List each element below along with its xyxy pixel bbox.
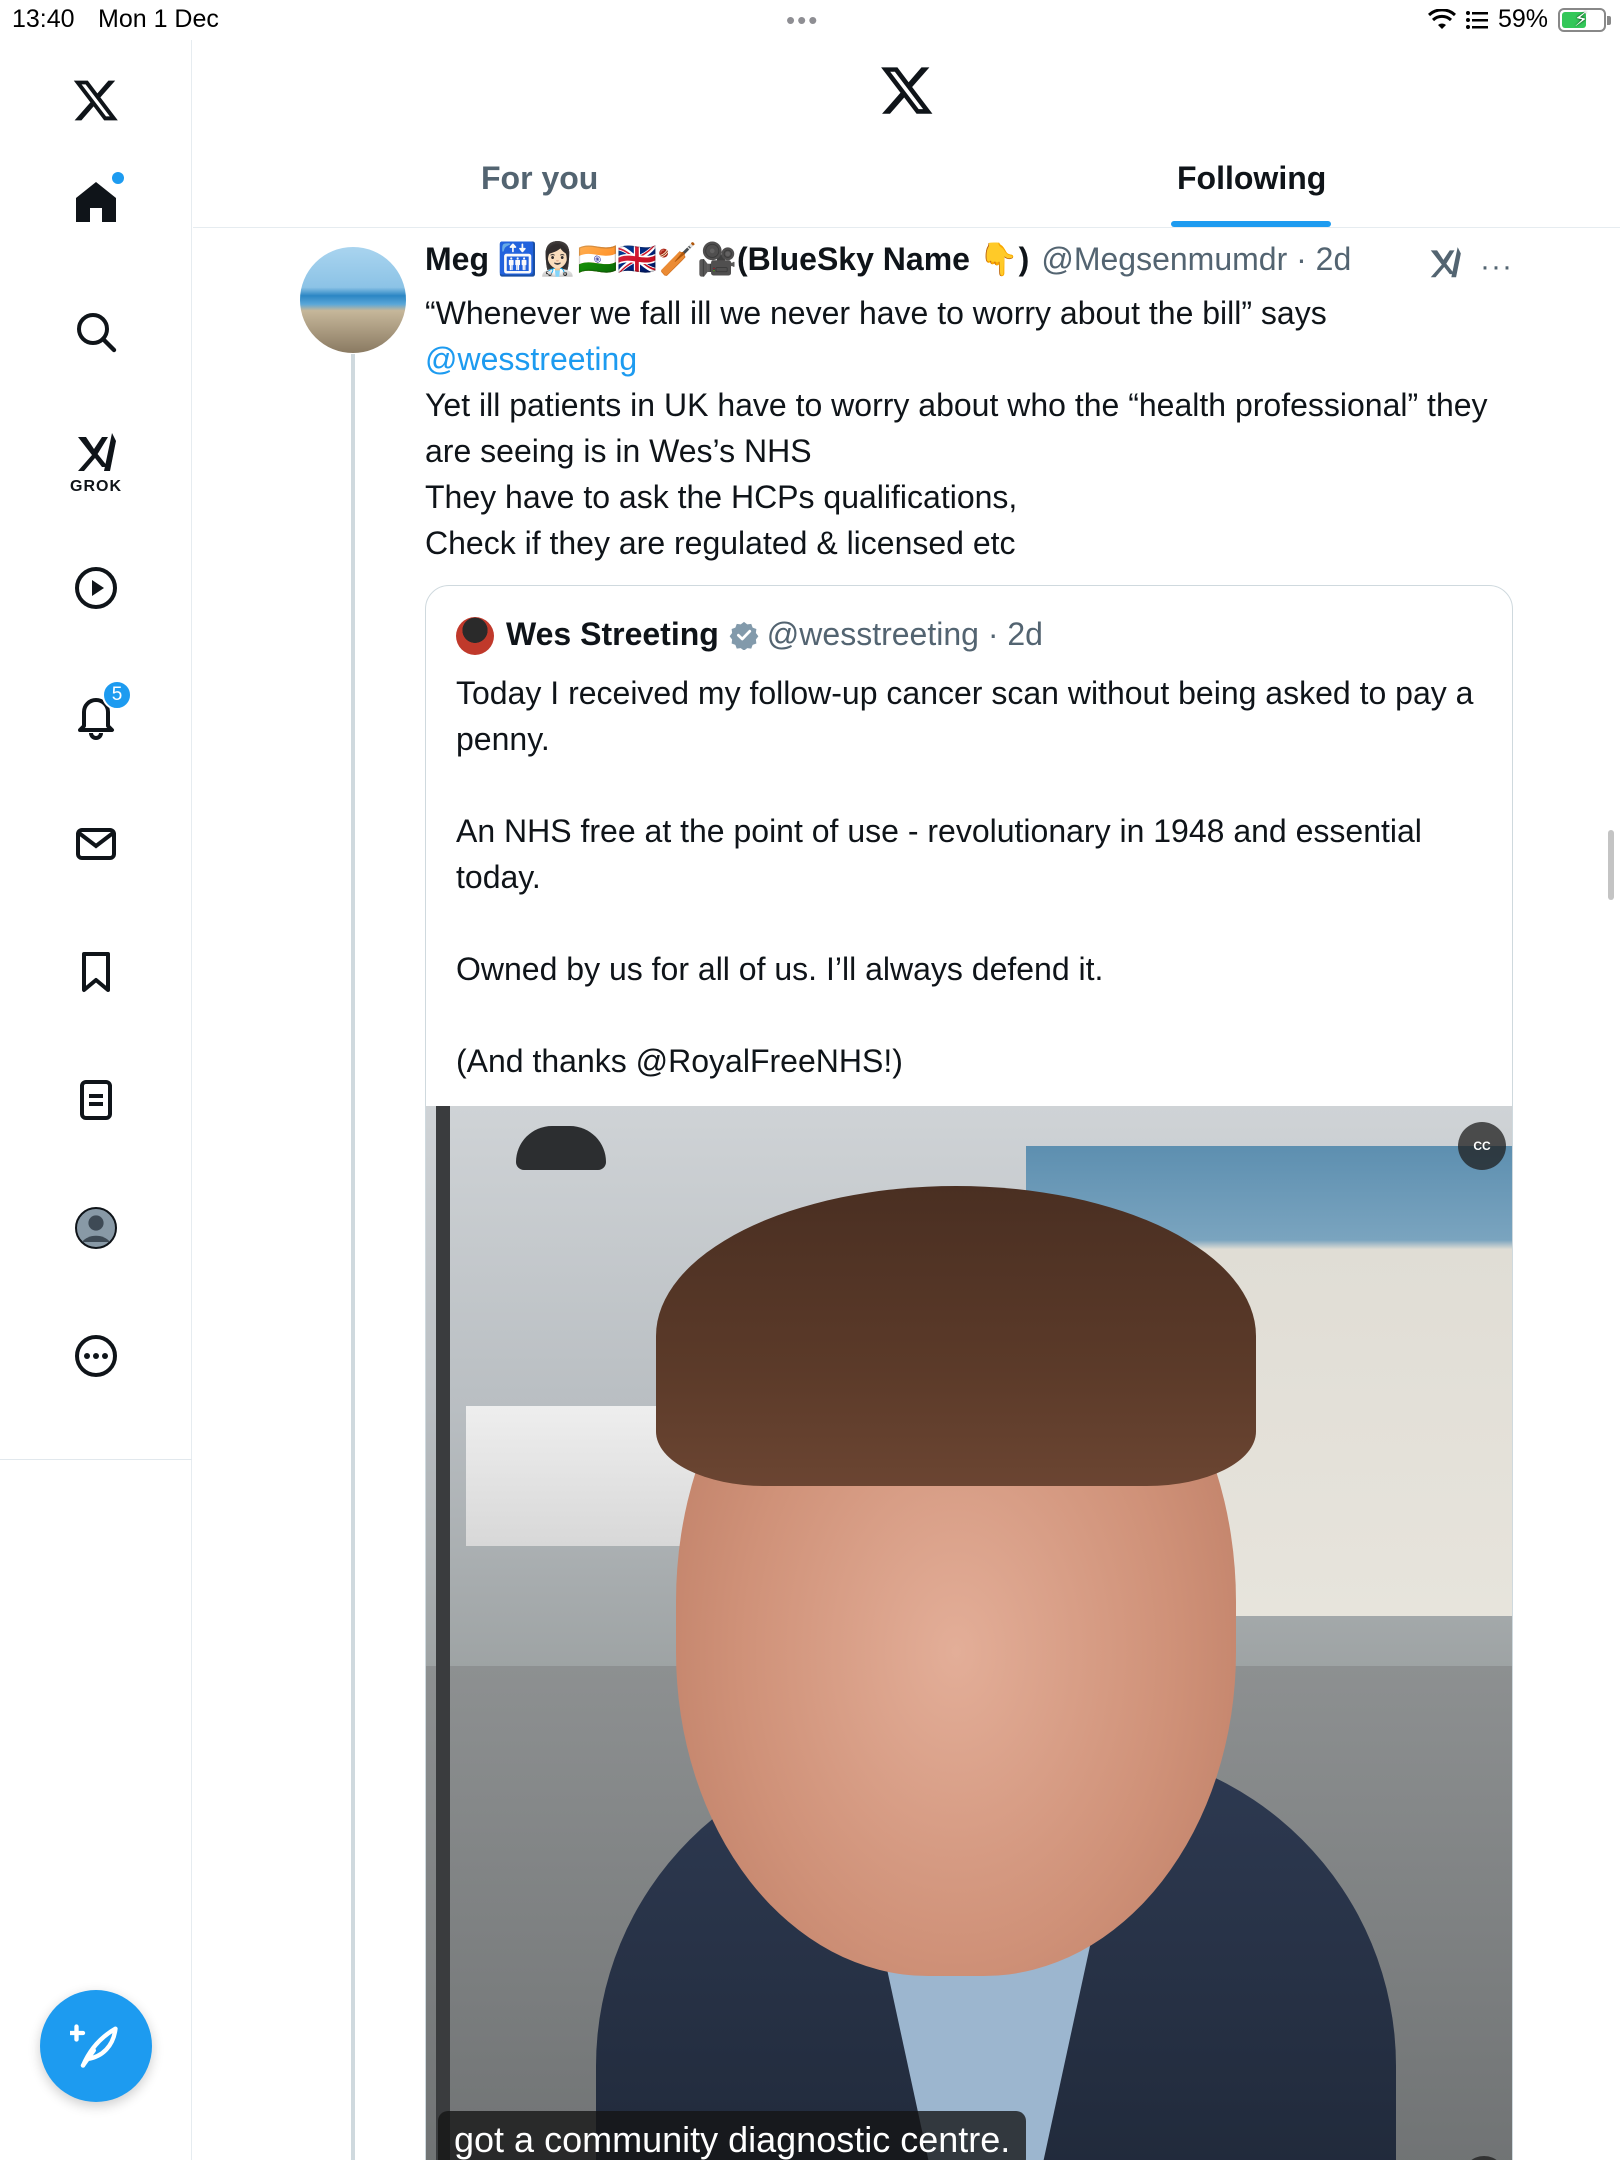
x-logo-icon[interactable] [56, 60, 136, 140]
bookmark-icon[interactable] [56, 932, 136, 1012]
author-avatar[interactable] [300, 247, 406, 353]
lists-icon[interactable] [56, 1060, 136, 1140]
compose-feather-icon [70, 2024, 118, 2068]
charging-icon: ⚡ [1574, 8, 1589, 31]
tweet-text-line: “Whenever we fall ill we never have to w… [425, 295, 1327, 331]
quoted-paragraph: Today I received my follow-up cancer sca… [456, 675, 1474, 757]
quoted-paragraph: (And thanks @RoyalFreeNHS!) [456, 1043, 903, 1079]
compose-post-button[interactable] [40, 1990, 152, 2102]
tweet-more-icon[interactable]: ··· [1480, 250, 1513, 284]
quoted-paragraph: Owned by us for all of us. I’ll always d… [456, 951, 1104, 987]
thread-line [351, 354, 355, 2160]
status-bar: 13:40 Mon 1 Dec ••• 59% ⚡ [0, 0, 1620, 40]
grok-icon[interactable]: GROK [56, 422, 136, 502]
status-right: 59% ⚡ [1427, 5, 1611, 34]
profile-avatar-icon[interactable] [56, 1188, 136, 1268]
quoted-author-handle-time[interactable]: @wesstreeting · 2d [767, 616, 1043, 653]
video-person-hair [656, 1186, 1256, 1486]
more-options-icon[interactable] [56, 1316, 136, 1396]
x-logo-icon[interactable] [879, 62, 935, 118]
tweet-header: Meg 🛗👩🏻‍⚕️🇮🇳🇬🇧🏏🎥(BlueSky Name 👇) @Megsen… [425, 240, 1351, 278]
sidebar: GROK 5 [0, 40, 192, 2160]
quoted-paragraph: An NHS free at the point of use - revolu… [456, 813, 1422, 895]
mention-link[interactable]: @wesstreeting [425, 336, 1525, 382]
messages-envelope-icon[interactable] [56, 804, 136, 884]
list-icon [1465, 10, 1488, 29]
quoted-tweet[interactable]: Wes Streeting @wesstreeting · 2d Today I… [425, 585, 1513, 2160]
status-date: Mon 1 Dec [98, 5, 219, 33]
grok-label: GROK [70, 478, 122, 495]
notifications-bell-icon[interactable]: 5 [56, 676, 136, 756]
tab-for-you[interactable]: For you [481, 160, 598, 197]
tab-following[interactable]: Following [1177, 160, 1326, 197]
status-time: 13:40 [12, 5, 75, 33]
quoted-tweet-text: Today I received my follow-up cancer sca… [456, 670, 1486, 1130]
battery-percent: 59% [1497, 5, 1548, 33]
tweet-text-line: They have to ask the HCPs qualifications… [425, 479, 1018, 515]
timeline-header: For you Following [193, 40, 1620, 228]
wifi-icon [1427, 8, 1456, 29]
notifications-badge: 5 [102, 680, 132, 710]
video-caption: got a community diagnostic centre. [438, 2111, 1027, 2160]
sidebar-divider [0, 1459, 192, 1460]
tweet-text-line: Yet ill patients in UK have to worry abo… [425, 387, 1488, 469]
quoted-author-avatar[interactable] [456, 617, 494, 655]
quoted-tweet-header: Wes Streeting @wesstreeting · 2d [506, 616, 1043, 653]
closed-captions-button[interactable]: CC [1458, 1122, 1506, 1170]
tweet-text: “Whenever we fall ill we never have to w… [425, 290, 1525, 566]
grok-explain-icon[interactable] [1426, 244, 1464, 282]
search-icon[interactable] [56, 292, 136, 372]
home-unread-dot [112, 172, 124, 184]
scrollbar[interactable] [1608, 830, 1614, 900]
video-scene-lamp [516, 1126, 606, 1170]
tab-selected-indicator [1171, 221, 1331, 227]
author-handle-time[interactable]: @Megsenmumdr · 2d [1041, 241, 1351, 278]
tweet-text-line: Check if they are regulated & licensed e… [425, 525, 1016, 561]
verified-badge-icon [729, 621, 759, 650]
author-name[interactable]: Meg 🛗👩🏻‍⚕️🇮🇳🇬🇧🏏🎥(BlueSky Name 👇) [425, 240, 1029, 278]
multitasking-dots[interactable]: ••• [786, 5, 819, 36]
video-player[interactable]: CC got a community diagnostic centre. [426, 1106, 1512, 2160]
video-scene-lamppost [436, 1106, 450, 2160]
battery-icon: ⚡ [1558, 7, 1611, 32]
home-icon[interactable] [56, 162, 136, 242]
quoted-author-name[interactable]: Wes Streeting [506, 616, 719, 653]
video-play-icon[interactable] [56, 548, 136, 628]
